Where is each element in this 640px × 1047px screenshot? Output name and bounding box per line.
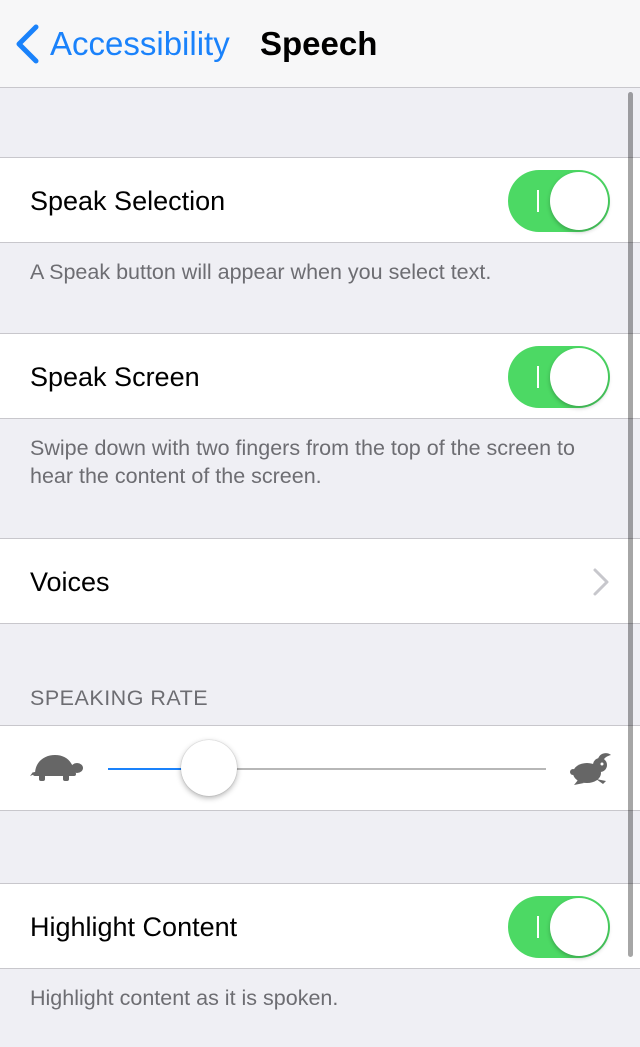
page-title: Speech [260, 25, 378, 62]
toggle-knob [550, 898, 608, 956]
toggle-on-indicator [537, 190, 539, 212]
chevron-left-icon [16, 24, 39, 64]
scroll-indicator[interactable] [628, 92, 633, 957]
back-button[interactable]: Accessibility [14, 22, 230, 66]
slider-track-max [208, 768, 546, 770]
speak-screen-toggle[interactable] [508, 346, 610, 408]
highlight-content-row: Highlight Content [0, 883, 640, 969]
speak-selection-toggle[interactable] [508, 170, 610, 232]
speaking-rate-slider-thumb[interactable] [180, 740, 237, 796]
voices-row[interactable]: Voices [0, 538, 640, 624]
speak-screen-row: Speak Screen [0, 333, 640, 419]
speak-selection-footnote: A Speak button will appear when you sele… [30, 260, 492, 284]
speak-selection-row: Speak Selection [0, 157, 640, 243]
turtle-icon [30, 755, 83, 781]
speak-screen-footnote: Swipe down with two fingers from the top… [30, 436, 575, 488]
rabbit-icon [570, 753, 611, 785]
toggle-knob [550, 348, 608, 406]
speak-screen-label: Speak Screen [30, 362, 200, 392]
highlight-content-label: Highlight Content [30, 912, 238, 942]
toggle-on-indicator [537, 916, 539, 938]
highlight-content-footnote: Highlight content as it is spoken. [30, 986, 339, 1010]
toggle-knob [550, 172, 608, 230]
speaking-rate-header: SPEAKING RATE [30, 686, 209, 710]
voices-label: Voices [30, 567, 110, 597]
speak-selection-label: Speak Selection [30, 186, 226, 216]
speaking-rate-row [0, 725, 640, 811]
highlight-content-toggle[interactable] [508, 896, 610, 958]
navigation-bar: Accessibility Speech [0, 0, 640, 88]
toggle-on-indicator [537, 366, 539, 388]
back-button-label: Accessibility [50, 25, 230, 62]
chevron-right-icon [593, 568, 609, 596]
